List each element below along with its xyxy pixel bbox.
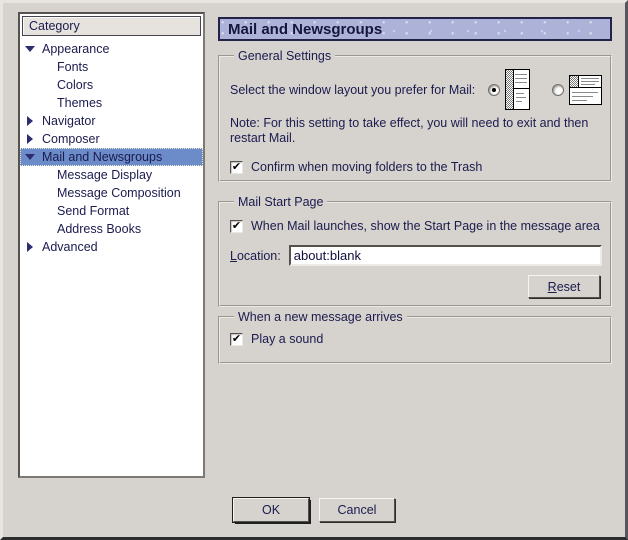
play-sound-row: ✔ Play a sound	[230, 332, 602, 346]
confirm-trash-checkbox[interactable]: ✔	[230, 161, 243, 174]
mail-start-page-group: Mail Start Page ✔ When Mail launches, sh…	[218, 195, 612, 307]
general-settings-title: General Settings	[234, 49, 335, 63]
location-input[interactable]	[289, 245, 602, 266]
twisty-open-icon[interactable]	[24, 154, 36, 160]
tree-item-label: Appearance	[42, 42, 109, 56]
mail-start-page-title: Mail Start Page	[234, 195, 327, 209]
tree-item-mail-and-newsgroups[interactable]: Mail and Newsgroups	[20, 148, 203, 166]
general-settings-group: General Settings Select the window layou…	[218, 49, 612, 182]
category-tree: Appearance Fonts Colors Themes Navigator…	[20, 38, 203, 256]
tree-item-themes[interactable]: Themes	[20, 94, 203, 112]
tree-item-label: Advanced	[42, 240, 98, 254]
tree-item-label: Mail and Newsgroups	[42, 150, 162, 164]
reset-button[interactable]: Reset	[528, 275, 600, 298]
tree-item-label: Composer	[42, 132, 100, 146]
mail-layout-label: Select the window layout you prefer for …	[230, 83, 488, 97]
show-start-page-row: ✔ When Mail launches, show the Start Pag…	[230, 219, 602, 233]
cancel-button[interactable]: Cancel	[319, 498, 395, 522]
tree-item-address-books[interactable]: Address Books	[20, 220, 203, 238]
tree-item-label: Send Format	[57, 204, 129, 218]
tree-item-colors[interactable]: Colors	[20, 76, 203, 94]
tree-item-navigator[interactable]: Navigator	[20, 112, 203, 130]
ok-button[interactable]: OK	[233, 498, 309, 522]
tree-item-composer[interactable]: Composer	[20, 130, 203, 148]
dialog-button-row: OK Cancel	[233, 498, 395, 522]
category-column-header[interactable]: Category	[22, 16, 201, 36]
new-message-title: When a new message arrives	[234, 310, 407, 324]
preferences-dialog: Category Appearance Fonts Colors Themes …	[0, 0, 628, 540]
play-sound-checkbox[interactable]: ✔	[230, 333, 243, 346]
twisty-open-icon[interactable]	[24, 46, 36, 52]
location-row: Location:	[230, 245, 602, 266]
vertical-layout-radio[interactable]	[488, 84, 500, 96]
show-start-page-checkbox[interactable]: ✔	[230, 220, 243, 233]
tree-item-label: Themes	[57, 96, 102, 110]
vertical-layout-icon[interactable]	[505, 69, 530, 110]
twisty-closed-icon[interactable]	[24, 116, 36, 126]
classic-layout-radio[interactable]	[552, 84, 564, 96]
pane-header: Mail and Newsgroups	[218, 17, 612, 41]
location-label: Location:	[230, 249, 281, 263]
tree-item-label: Navigator	[42, 114, 96, 128]
tree-item-label: Message Display	[57, 168, 152, 182]
confirm-trash-row: ✔ Confirm when moving folders to the Tra…	[230, 160, 602, 174]
new-message-group: When a new message arrives ✔ Play a soun…	[218, 310, 612, 364]
tree-item-message-display[interactable]: Message Display	[20, 166, 203, 184]
tree-item-send-format[interactable]: Send Format	[20, 202, 203, 220]
category-list: Category Appearance Fonts Colors Themes …	[18, 12, 205, 478]
classic-layout-icon[interactable]	[569, 75, 602, 105]
tree-item-message-composition[interactable]: Message Composition	[20, 184, 203, 202]
mail-layout-row: Select the window layout you prefer for …	[230, 69, 602, 110]
tree-item-label: Colors	[57, 78, 93, 92]
restart-note: Note: For this setting to take effect, y…	[230, 116, 602, 146]
tree-item-label: Address Books	[57, 222, 141, 236]
twisty-closed-icon[interactable]	[24, 134, 36, 144]
tree-item-appearance[interactable]: Appearance	[20, 40, 203, 58]
mail-layout-options	[488, 69, 602, 110]
reset-row: Reset	[230, 275, 602, 298]
play-sound-label: Play a sound	[251, 332, 323, 346]
confirm-trash-label: Confirm when moving folders to the Trash	[251, 160, 482, 174]
show-start-page-label: When Mail launches, show the Start Page …	[251, 219, 600, 233]
twisty-closed-icon[interactable]	[24, 242, 36, 252]
tree-item-label: Fonts	[57, 60, 88, 74]
tree-item-advanced[interactable]: Advanced	[20, 238, 203, 256]
tree-item-fonts[interactable]: Fonts	[20, 58, 203, 76]
pane-title: Mail and Newsgroups	[228, 21, 382, 38]
tree-item-label: Message Composition	[57, 186, 181, 200]
